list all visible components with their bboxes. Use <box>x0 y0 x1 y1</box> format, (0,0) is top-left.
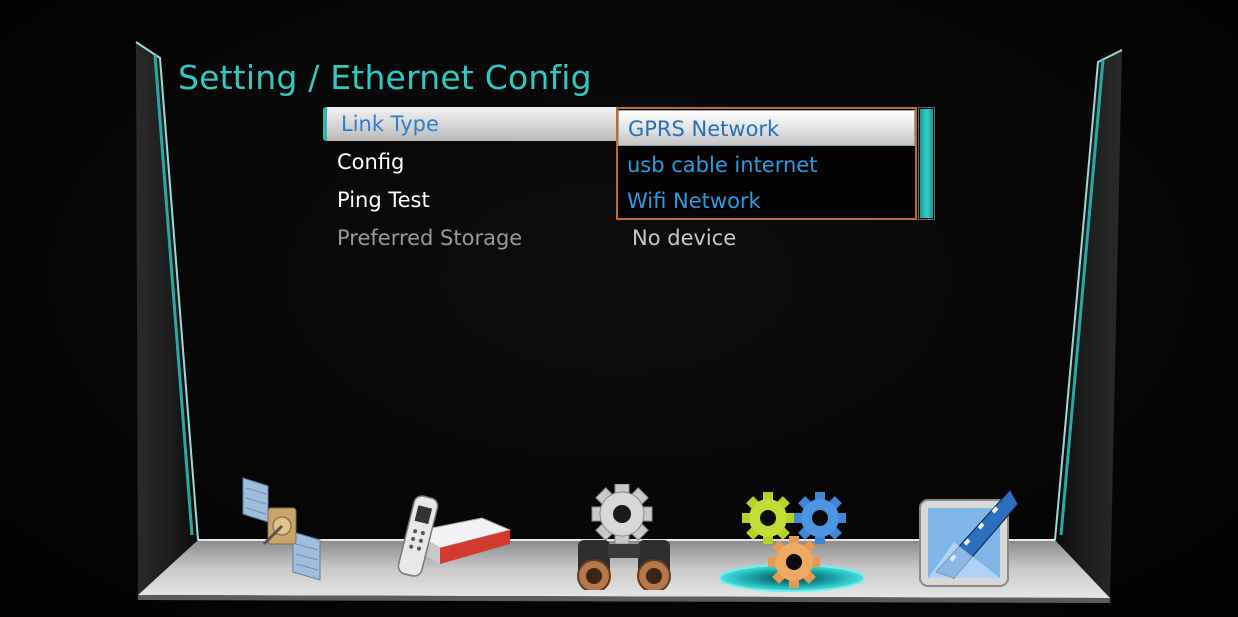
dropdown-option-gprs[interactable]: GPRS Network <box>618 110 915 146</box>
right-wall <box>1055 50 1122 598</box>
left-wall <box>136 42 198 595</box>
gears-icon[interactable] <box>740 490 848 588</box>
remote-receiver-icon[interactable] <box>392 490 514 582</box>
tv-screen: Setting / Ethernet Config Link Type Conf… <box>0 0 1238 617</box>
option-label: GPRS Network <box>628 117 780 141</box>
menu-item-label: Link Type <box>341 112 439 136</box>
menu-item-link-type[interactable]: Link Type <box>323 107 627 141</box>
media-film-icon[interactable] <box>914 482 1022 592</box>
binoculars-gear-icon[interactable] <box>564 484 684 590</box>
option-label: usb cable internet <box>627 153 818 177</box>
dropdown-option-wifi[interactable]: Wifi Network <box>618 183 915 219</box>
scroll-thumb[interactable] <box>920 109 933 218</box>
menu-item-label: Preferred Storage <box>337 226 523 250</box>
menu-item-label: Config <box>337 150 405 174</box>
link-type-dropdown[interactable]: GPRS Network usb cable internet Wifi Net… <box>616 107 917 220</box>
satellite-icon[interactable] <box>238 474 328 584</box>
preferred-storage-value: No device <box>632 226 737 250</box>
menu-item-label: Ping Test <box>337 188 430 212</box>
dropdown-scrollbar[interactable] <box>918 107 935 220</box>
option-label: Wifi Network <box>627 189 761 213</box>
page-title: Setting / Ethernet Config <box>178 58 592 97</box>
dropdown-option-usb[interactable]: usb cable internet <box>618 147 915 183</box>
